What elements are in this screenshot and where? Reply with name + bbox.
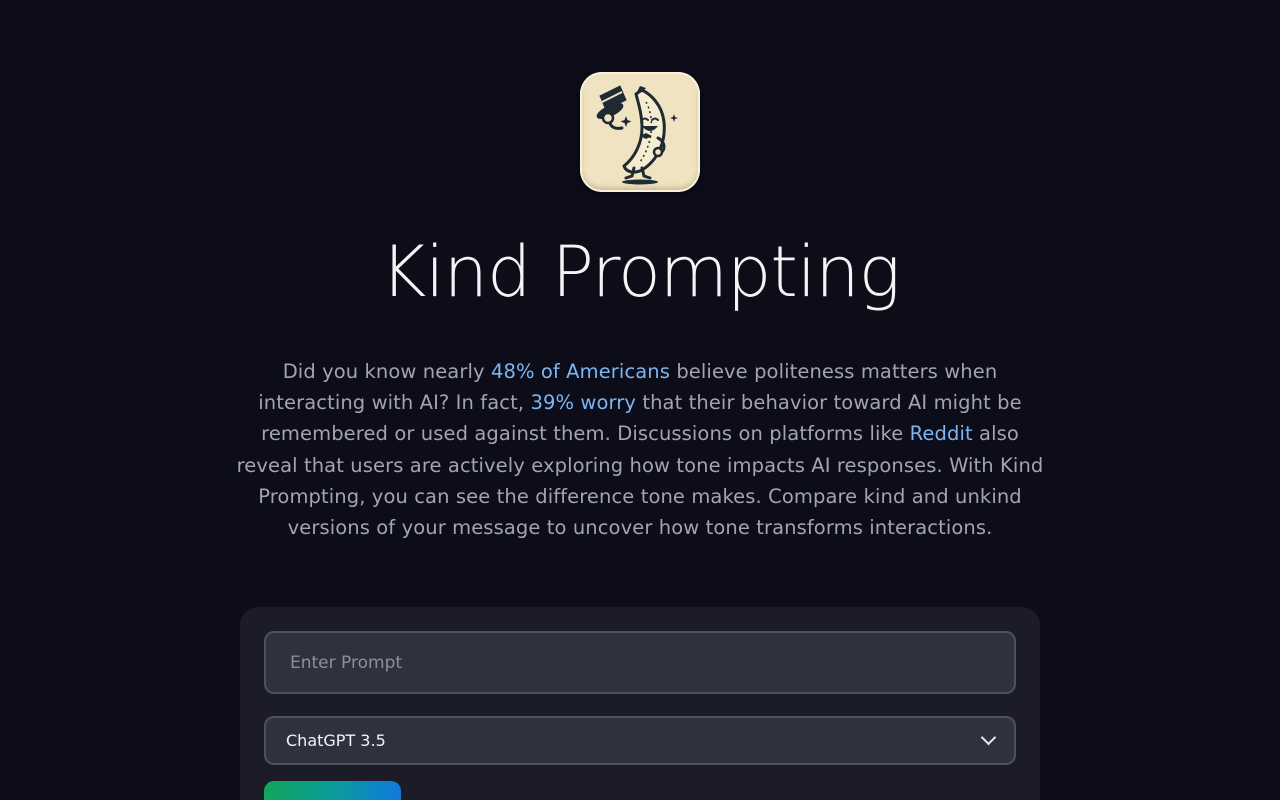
page: Kind Prompting Did you know nearly 48% o…: [0, 0, 1280, 800]
americans-stat-link[interactable]: 48% of Americans: [491, 360, 670, 383]
app-logo: [580, 72, 700, 192]
intro-text: Did you know nearly: [282, 360, 491, 383]
worry-stat-link[interactable]: 39% worry: [530, 391, 636, 414]
prompt-input[interactable]: [264, 631, 1016, 694]
intro-paragraph: Did you know nearly 48% of Americans bel…: [236, 356, 1044, 543]
model-select-value: ChatGPT 3.5: [286, 731, 386, 750]
banana-mascot-icon: [596, 85, 678, 185]
chevron-down-icon: [980, 729, 997, 746]
submit-button[interactable]: [264, 781, 401, 800]
model-select[interactable]: ChatGPT 3.5: [264, 716, 1016, 765]
page-title: Kind Prompting: [380, 231, 900, 313]
reddit-link[interactable]: Reddit: [910, 422, 973, 445]
